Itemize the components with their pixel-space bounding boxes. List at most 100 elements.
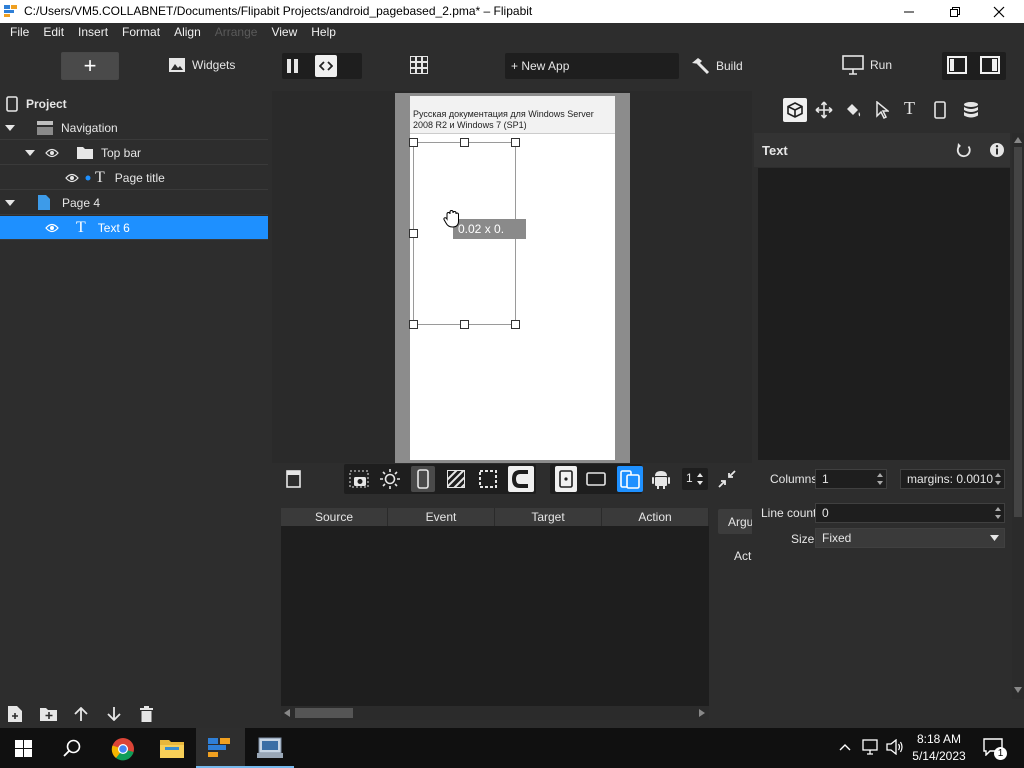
move-down-icon[interactable] xyxy=(107,707,121,721)
column-header-source[interactable]: Source xyxy=(281,508,388,526)
mobile-icon[interactable] xyxy=(934,101,946,119)
windows-start-icon[interactable] xyxy=(15,740,32,757)
database-icon[interactable] xyxy=(963,101,979,119)
spin-arrows-icon[interactable] xyxy=(876,472,884,486)
minimize-button[interactable] xyxy=(886,0,932,23)
text-tab-icon[interactable]: T xyxy=(904,98,915,119)
project-title: Project xyxy=(26,97,67,111)
tree-item-page-4[interactable]: Page 4 xyxy=(0,191,268,215)
clock-time[interactable]: 8:18 AM xyxy=(906,732,972,746)
project-footer-toolbar xyxy=(0,700,270,728)
chevron-up-icon[interactable] xyxy=(839,743,851,751)
tree-item-navigation[interactable]: Navigation xyxy=(0,116,268,140)
add-button[interactable]: + xyxy=(61,52,119,80)
portrait-icon xyxy=(559,470,573,488)
pause-button[interactable] xyxy=(286,58,300,74)
scroll-up-icon[interactable] xyxy=(1014,137,1022,143)
build-button[interactable]: Build xyxy=(690,57,743,75)
run-button[interactable]: Run xyxy=(842,55,892,75)
menu-align[interactable]: Align xyxy=(174,23,201,41)
move-icon[interactable] xyxy=(815,101,833,119)
move-up-icon[interactable] xyxy=(74,707,88,721)
eye-icon[interactable] xyxy=(65,173,79,183)
volume-icon[interactable] xyxy=(886,739,904,755)
scroll-thumb[interactable] xyxy=(295,708,353,718)
arguments-tab[interactable]: Argu xyxy=(718,509,752,534)
line-count-value: 0 xyxy=(822,506,829,520)
pointer-icon[interactable] xyxy=(875,101,889,119)
events-horizontal-scrollbar[interactable] xyxy=(281,706,709,720)
paint-bucket-icon[interactable] xyxy=(844,101,862,119)
chevron-down-icon xyxy=(25,149,35,156)
hatch-pattern-icon[interactable] xyxy=(447,470,465,488)
margins-spinbox[interactable]: margins: 0.0010 xyxy=(900,469,1005,489)
spin-arrows-icon[interactable] xyxy=(994,472,1002,486)
properties-scrollbar[interactable] xyxy=(1012,133,1024,699)
clock-date[interactable]: 5/14/2023 xyxy=(906,749,972,763)
menu-view[interactable]: View xyxy=(271,23,297,41)
android-icon[interactable] xyxy=(652,469,670,489)
eye-icon[interactable] xyxy=(45,223,59,233)
trash-icon[interactable] xyxy=(140,706,153,722)
column-header-action[interactable]: Action xyxy=(602,508,709,526)
widgets-button[interactable]: Widgets xyxy=(168,57,235,73)
column-header-event[interactable]: Event xyxy=(388,508,495,526)
text-content-editor[interactable] xyxy=(758,168,1010,460)
code-view-button[interactable] xyxy=(315,55,337,77)
resize-handle[interactable] xyxy=(511,138,520,147)
brightness-icon[interactable] xyxy=(380,469,400,489)
taskbar: 8:18 AM 5/14/2023 1 xyxy=(0,728,1024,768)
page-frame-icon[interactable] xyxy=(286,470,301,488)
menu-format[interactable]: Format xyxy=(122,23,160,41)
selection-bounds-icon[interactable] xyxy=(479,470,497,488)
add-folder-icon[interactable] xyxy=(40,707,57,721)
resize-handle[interactable] xyxy=(409,320,418,329)
tree-item-page-title[interactable]: T Page title xyxy=(0,166,268,190)
tree-item-label: Navigation xyxy=(61,120,118,135)
new-app-button[interactable]: + New App xyxy=(505,53,679,79)
menu-edit[interactable]: Edit xyxy=(43,23,64,41)
spin-arrows-icon[interactable] xyxy=(696,471,704,487)
toggle-right-panel-button[interactable] xyxy=(980,56,1000,74)
scale-spinbox[interactable]: 1 xyxy=(682,468,708,490)
menu-help[interactable]: Help xyxy=(311,23,336,41)
menu-insert[interactable]: Insert xyxy=(78,23,108,41)
top-bar-title-text[interactable]: Русская документация для Windows Server … xyxy=(413,109,613,131)
reset-icon[interactable] xyxy=(956,142,972,158)
column-header-target[interactable]: Target xyxy=(495,508,602,526)
close-button[interactable] xyxy=(976,0,1022,23)
landscape-icon[interactable] xyxy=(586,472,606,486)
scroll-thumb[interactable] xyxy=(1014,147,1022,517)
resize-handle[interactable] xyxy=(511,320,520,329)
resize-handle[interactable] xyxy=(409,138,418,147)
project-panel: Project Navigation Top bar T Page title … xyxy=(0,91,270,728)
grid-button[interactable] xyxy=(410,56,428,74)
columns-label: Columns xyxy=(770,472,818,486)
tree-item-text-6[interactable]: T Text 6 xyxy=(0,216,268,240)
scroll-left-icon[interactable] xyxy=(284,709,290,717)
restore-button[interactable] xyxy=(932,0,978,23)
menu-file[interactable]: File xyxy=(10,23,29,41)
line-count-spinbox[interactable]: 0 xyxy=(815,503,1005,523)
size-dropdown[interactable]: Fixed xyxy=(815,528,1005,548)
events-table[interactable] xyxy=(281,508,709,706)
link-icon xyxy=(85,175,91,180)
resize-handle[interactable] xyxy=(460,320,469,329)
chrome-icon[interactable] xyxy=(111,737,135,761)
screenshot-icon[interactable] xyxy=(349,470,369,488)
scroll-right-icon[interactable] xyxy=(699,709,705,717)
main-toolbar: + Widgets + New App Build Run xyxy=(0,41,1024,91)
toggle-left-panel-button[interactable] xyxy=(947,56,967,74)
add-page-icon[interactable] xyxy=(8,706,22,722)
search-icon[interactable] xyxy=(63,739,81,757)
scroll-down-icon[interactable] xyxy=(1014,687,1022,693)
spin-arrows-icon[interactable] xyxy=(994,506,1002,520)
resize-handle[interactable] xyxy=(409,229,418,238)
info-icon[interactable] xyxy=(989,142,1005,158)
file-explorer-icon[interactable] xyxy=(160,738,184,758)
tree-item-top-bar[interactable]: Top bar xyxy=(0,141,268,165)
eye-icon[interactable] xyxy=(45,148,59,158)
collapse-arrows-icon[interactable] xyxy=(718,470,736,488)
network-icon[interactable] xyxy=(862,739,880,755)
resize-handle[interactable] xyxy=(460,138,469,147)
